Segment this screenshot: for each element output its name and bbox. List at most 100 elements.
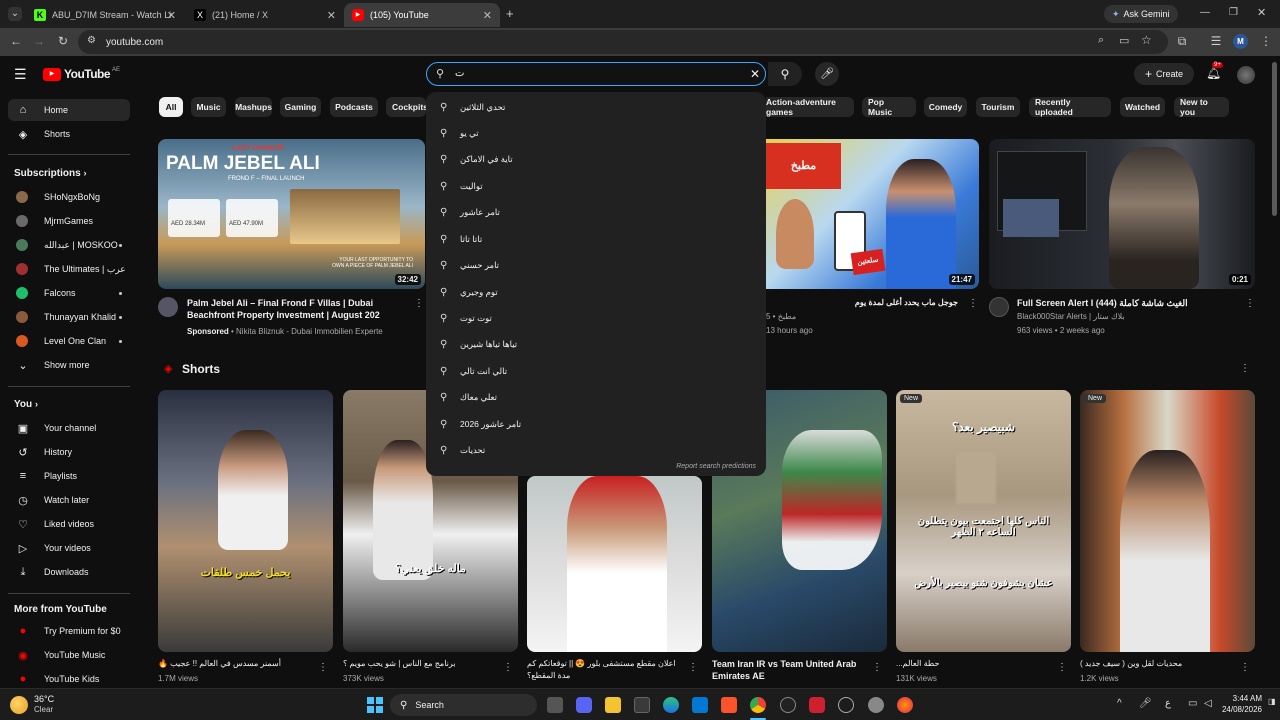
microphone-icon[interactable]: 🎤︎ [1139, 698, 1152, 709]
more-options-icon[interactable]: ⋮ [1057, 662, 1067, 673]
network-icon[interactable]: ▭ [1188, 698, 1197, 709]
sidebar-item-your-channel[interactable]: ▣ Your channel [8, 417, 130, 439]
search-suggestion[interactable]: ⚲ تي يو [426, 120, 766, 146]
show-hidden-icons[interactable]: ^ [1117, 698, 1122, 709]
tab-x-home[interactable]: X (21) Home / X ✕ [186, 3, 344, 27]
report-search-predictions-link[interactable]: Report search predictions [676, 463, 756, 470]
more-options-icon[interactable]: ⋮ [688, 662, 698, 673]
search-suggestion[interactable]: ⚲ تامر حسني [426, 252, 766, 278]
weather-temp[interactable]: 36°C [34, 694, 54, 704]
search-suggestion[interactable]: ⚲ توم وجيري [426, 279, 766, 305]
sidebar-item-home[interactable]: ⌂ Home [8, 99, 130, 121]
tab-youtube[interactable]: ▶ (105) YouTube ✕ [344, 3, 500, 27]
search-input[interactable]: ت [455, 68, 464, 79]
video-title[interactable]: Full Screen Alert I (444) الغيث شاشة كام… [1017, 297, 1242, 309]
site-info-icon[interactable]: ⚙ [87, 35, 96, 46]
video-thumbnail[interactable]: LAST CHANCE! PALM JEBEL ALI FROND F – FI… [158, 139, 425, 289]
windows-start-icon[interactable] [367, 697, 383, 713]
short-thumbnail[interactable] [527, 476, 702, 652]
ask-gemini-button[interactable]: ✦ Ask Gemini [1104, 5, 1178, 23]
sidebar-item-liked-videos[interactable]: ♡ Liked videos [8, 513, 130, 535]
settings-app-icon[interactable] [780, 697, 796, 713]
short-title[interactable]: محديات لقل وين ( سيف جديد ) [1080, 658, 1230, 670]
chip-mashups[interactable]: Mashups [235, 97, 272, 117]
notification-center-icon[interactable]: ◨ [1268, 697, 1276, 706]
sidebar-item-watch-later[interactable]: ◷ Watch later [8, 489, 130, 511]
sidebar-sub-shongxbong[interactable]: SHoNgxBoNg [8, 186, 130, 208]
restore-icon[interactable]: ❐ [1229, 7, 1238, 18]
short-thumbnail[interactable]: يحمل خمس طلقات [158, 390, 333, 652]
sidebar-item-shorts[interactable]: ◈ Shorts [8, 123, 130, 145]
search-suggestion[interactable]: ⚲ تاتا تاتا [426, 226, 766, 252]
chip-music[interactable]: Music [191, 97, 226, 117]
sidebar-sub-mjrmgames[interactable]: MjrmGames [8, 210, 130, 232]
sidebar-item-playlists[interactable]: ≡ Playlists [8, 465, 130, 487]
edge-icon[interactable] [663, 697, 679, 713]
close-icon[interactable]: ✕ [327, 9, 336, 22]
subscriptions-heading[interactable]: Subscriptions › [14, 168, 86, 179]
task-view-icon[interactable] [547, 697, 563, 713]
sidebar-sub-levelone[interactable]: Level One Clan [8, 330, 130, 352]
chip-action-adventure[interactable]: Action-adventure games [766, 97, 854, 117]
language-indicator[interactable]: ع [1165, 698, 1171, 709]
taskbar-search-box[interactable]: ⚲ Search [390, 694, 537, 716]
sidebar-sub-ultimates[interactable]: The Ultimates | عرب [8, 258, 130, 280]
search-suggestion[interactable]: ⚲ تالي انت تالي [426, 358, 766, 384]
sidebar-item-history[interactable]: ↺ History [8, 441, 130, 463]
brave-icon[interactable] [721, 697, 737, 713]
create-button[interactable]: + Create [1134, 63, 1194, 85]
video-thumbnail[interactable]: 0:21 [989, 139, 1255, 289]
firefox-icon[interactable] [897, 697, 913, 713]
video-title[interactable]: جوجل ماب يحدد أغلى لمدة يوم [766, 297, 958, 309]
close-icon[interactable]: ✕ [167, 9, 176, 22]
search-suggestion[interactable]: ⚲ تامر عاشور 2026 [426, 411, 766, 437]
clear-search-icon[interactable]: ✕ [750, 67, 760, 81]
voice-search-button[interactable]: 🎤︎ [815, 62, 839, 86]
short-title[interactable]: Team Iran IR vs Team United Arab Emirate… [712, 658, 867, 682]
file-explorer-icon[interactable] [605, 697, 621, 713]
chip-all[interactable]: All [159, 97, 183, 117]
window-close-icon[interactable]: ✕ [1257, 6, 1266, 19]
sidebar-item-music[interactable]: ◉ YouTube Music [8, 644, 130, 666]
back-icon[interactable]: ← [8, 34, 24, 48]
more-options-icon[interactable]: ⋮ [1245, 298, 1255, 309]
search-suggestion[interactable]: ⚲ تياها تياها شيرين [426, 331, 766, 357]
app-icon[interactable] [809, 697, 825, 713]
chip-podcasts[interactable]: Podcasts [330, 97, 378, 117]
search-suggestion[interactable]: ⚲ تعلي معاك [426, 384, 766, 410]
chip-gaming[interactable]: Gaming [280, 97, 321, 117]
sidebar-show-more[interactable]: ⌄ Show more [8, 354, 130, 376]
app-icon[interactable] [838, 697, 854, 713]
cast-icon[interactable]: ▭ [1119, 34, 1129, 47]
volume-icon[interactable]: ◁ [1204, 698, 1212, 709]
more-options-icon[interactable]: ⋮ [503, 662, 513, 673]
chip-comedy[interactable]: Comedy [924, 97, 967, 117]
weather-moon-icon[interactable] [10, 696, 28, 714]
short-title[interactable]: برنامج مع الناس | شو يحب مويم ؟ [343, 658, 493, 670]
account-avatar[interactable] [1237, 66, 1255, 84]
sidebar-item-downloads[interactable]: ⤓ Downloads [8, 561, 130, 583]
search-suggestion[interactable]: ⚲ تواليت [426, 173, 766, 199]
more-options-icon[interactable]: ⋮ [318, 662, 328, 673]
browser-menu-icon[interactable]: ⋮ [1258, 34, 1274, 48]
video-title[interactable]: Palm Jebel Ali – Final Frond F Villas | … [187, 297, 412, 321]
chip-watched[interactable]: Watched [1120, 97, 1165, 117]
chip-recently-uploaded[interactable]: Recently uploaded [1029, 97, 1111, 117]
search-suggestion[interactable]: ⚲ تامر عاشور [426, 199, 766, 225]
tab-search-icon[interactable]: ⌄ [8, 7, 22, 21]
you-heading[interactable]: You › [14, 399, 38, 410]
discord-icon[interactable] [576, 697, 592, 713]
search-suggestion[interactable]: ⚲ تاية في الاماكن [426, 146, 766, 172]
calendar-app-icon[interactable] [692, 697, 708, 713]
more-options-icon[interactable]: ⋮ [872, 662, 882, 673]
sidebar-sub-thunayyan[interactable]: Thunayyan Khalid [8, 306, 130, 328]
channel-avatar[interactable] [989, 297, 1009, 317]
tab-kick-stream[interactable]: K ABU_D7IM Stream - Watch Liv ✕ [26, 3, 184, 27]
notifications-bell-icon[interactable]: 🔔︎ [1206, 66, 1221, 80]
sidebar-item-your-videos[interactable]: ▷ Your videos [8, 537, 130, 559]
channel-name[interactable]: Nikita Bliznuk - Dubai Immobilien Expert… [236, 327, 383, 336]
zoom-icon[interactable]: ⌕ [1098, 34, 1104, 47]
sidebar-sub-moskoo[interactable]: عبدالله | MOSKOO [8, 234, 130, 256]
address-bar[interactable]: ⚙ youtube.com ⌕ ▭ ☆ [78, 30, 1168, 54]
more-options-icon[interactable]: ⋮ [968, 298, 978, 309]
